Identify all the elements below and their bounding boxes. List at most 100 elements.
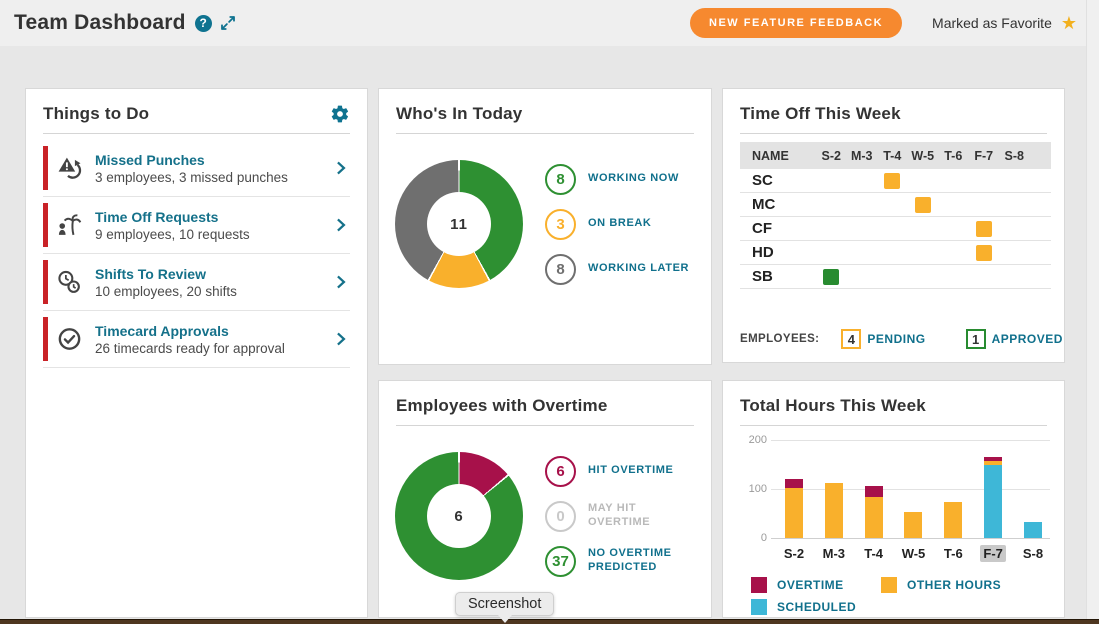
timeoff-row: SB bbox=[740, 265, 1051, 289]
total-hours-bar-chart: 0100200 S-2M-3T-4W-5T-6F-7S-8 bbox=[777, 440, 1050, 561]
timeoff-cell bbox=[908, 265, 939, 288]
bar-segment-other-hours bbox=[785, 488, 803, 538]
bar-stack[interactable] bbox=[865, 486, 883, 538]
timeoff-column-header: NAME bbox=[740, 149, 816, 163]
legend-text: OTHER HOURS bbox=[907, 578, 1001, 592]
y-axis-tick: 100 bbox=[749, 483, 767, 495]
timeoff-row: HD bbox=[740, 241, 1051, 265]
settings-gear-icon[interactable] bbox=[330, 104, 350, 124]
legend-color-swatch bbox=[751, 599, 767, 615]
expand-icon[interactable] bbox=[219, 14, 237, 32]
things-to-do-header: Things to Do bbox=[43, 104, 350, 134]
legend-scheduled: SCHEDULED bbox=[751, 599, 881, 615]
bar-segment-scheduled bbox=[984, 465, 1002, 538]
bar-columns bbox=[777, 440, 1050, 538]
timeoff-cell bbox=[908, 217, 939, 240]
timeoff-table-header: NAMES-2M-3T-4W-5T-6F-7S-8 bbox=[740, 142, 1051, 169]
no-overtime-count: 37 bbox=[545, 546, 576, 577]
bar-column-M-3 bbox=[819, 440, 849, 538]
chevron-right-icon[interactable] bbox=[331, 273, 350, 292]
legend-color-swatch bbox=[881, 577, 897, 593]
bar-stack[interactable] bbox=[825, 483, 843, 538]
favorite-label: Marked as Favorite bbox=[932, 15, 1052, 31]
timeoff-employee-initials: SC bbox=[740, 172, 816, 189]
timeoff-cell bbox=[969, 217, 1000, 240]
chevron-right-icon[interactable] bbox=[331, 216, 350, 235]
whos-in-total: 11 bbox=[395, 160, 523, 288]
timeoff-mark-pending[interactable] bbox=[884, 173, 900, 189]
timeoff-cell bbox=[938, 193, 969, 216]
timeoff-employee-initials: HD bbox=[740, 244, 816, 261]
time-off-this-week-card: Time Off This Week NAMES-2M-3T-4W-5T-6F-… bbox=[722, 88, 1065, 363]
overtime-donut-chart: 6 bbox=[395, 452, 523, 580]
x-axis-label-text: S-2 bbox=[781, 545, 807, 562]
timeoff-row: CF bbox=[740, 217, 1051, 241]
working-now-label: WORKING NOW bbox=[588, 172, 679, 186]
bar-stack[interactable] bbox=[944, 502, 962, 538]
todo-item-timecard-approvals[interactable]: Timecard Approvals 26 timecards ready fo… bbox=[43, 311, 350, 368]
timeoff-cell bbox=[816, 193, 847, 216]
chevron-right-icon[interactable] bbox=[331, 159, 350, 178]
x-axis-label-text: M-3 bbox=[820, 545, 848, 562]
x-axis-label-text: T-6 bbox=[941, 545, 966, 562]
timeoff-column-header: S-8 bbox=[999, 149, 1030, 163]
x-axis-label-text: T-4 bbox=[861, 545, 886, 562]
total-hours-this-week-card: Total Hours This Week 0100200 S-2M-3T-4W… bbox=[722, 380, 1065, 618]
timeoff-cell bbox=[908, 169, 939, 192]
bar-x-axis-labels: S-2M-3T-4W-5T-6F-7S-8 bbox=[777, 546, 1050, 561]
timeoff-cell bbox=[877, 217, 908, 240]
timeoff-employee-initials: MC bbox=[740, 196, 816, 213]
things-to-do-title: Things to Do bbox=[43, 104, 149, 124]
vacation-palm-icon bbox=[56, 212, 83, 239]
favorite-star-icon[interactable]: ★ bbox=[1061, 14, 1077, 32]
bar-stack[interactable] bbox=[785, 479, 803, 538]
timeoff-legend: EMPLOYEES: 4 PENDING 1 APPROVED bbox=[740, 329, 1063, 349]
pending-count-badge: 4 bbox=[841, 329, 861, 349]
hit-overtime-label: HIT OVERTIME bbox=[588, 464, 673, 478]
todo-item-missed-punches[interactable]: Missed Punches 3 employees, 3 missed pun… bbox=[43, 140, 350, 197]
bar-segment-overtime bbox=[865, 486, 883, 497]
team-dashboard-page: Team Dashboard ? NEW FEATURE FEEDBACK Ma… bbox=[0, 0, 1099, 624]
timeoff-cell bbox=[969, 265, 1000, 288]
bar-stack[interactable] bbox=[984, 457, 1002, 538]
todo-item-time-off-requests[interactable]: Time Off Requests 9 employees, 10 reques… bbox=[43, 197, 350, 254]
whos-in-title: Who's In Today bbox=[396, 104, 522, 124]
approved-label: APPROVED bbox=[992, 332, 1063, 346]
timeoff-cell bbox=[816, 169, 847, 192]
timeoff-row: SC bbox=[740, 169, 1051, 193]
timeoff-cell bbox=[847, 193, 878, 216]
timeoff-cell bbox=[938, 265, 969, 288]
bar-segment-overtime bbox=[785, 479, 803, 488]
help-icon[interactable]: ? bbox=[195, 15, 212, 32]
timeoff-mark-pending[interactable] bbox=[976, 245, 992, 261]
bar-column-T-4 bbox=[859, 440, 889, 538]
timeoff-cell bbox=[999, 265, 1030, 288]
on-break-count: 3 bbox=[545, 209, 576, 240]
missed-punch-alert-icon bbox=[56, 155, 83, 182]
bar-stack[interactable] bbox=[1024, 522, 1042, 538]
timeoff-cell bbox=[938, 241, 969, 264]
timeoff-mark-approved[interactable] bbox=[823, 269, 839, 285]
whos-in-content: 11 8 WORKING NOW 3 ON BREAK 8 WORKING LA… bbox=[395, 160, 695, 288]
legend-may-hit-overtime: 0 MAY HIT OVERTIME bbox=[545, 501, 695, 532]
legend-other-hours: OTHER HOURS bbox=[881, 577, 1064, 593]
timeoff-mark-pending[interactable] bbox=[976, 221, 992, 237]
timeoff-header: Time Off This Week bbox=[740, 104, 1047, 134]
bar-segment-other-hours bbox=[865, 497, 883, 538]
pending-label: PENDING bbox=[867, 332, 925, 346]
bar-stack[interactable] bbox=[904, 512, 922, 538]
top-bar: Team Dashboard ? NEW FEATURE FEEDBACK Ma… bbox=[0, 0, 1099, 46]
chevron-right-icon[interactable] bbox=[331, 330, 350, 349]
scrollbar-track[interactable] bbox=[1086, 0, 1099, 619]
todo-item-title: Timecard Approvals bbox=[95, 323, 320, 339]
working-later-count: 8 bbox=[545, 254, 576, 285]
timeoff-cell bbox=[816, 241, 847, 264]
new-feature-feedback-button[interactable]: NEW FEATURE FEEDBACK bbox=[690, 8, 902, 38]
timeoff-column-header: F-7 bbox=[969, 149, 1000, 163]
todo-item-shifts-to-review[interactable]: Shifts To Review 10 employees, 20 shifts bbox=[43, 254, 350, 311]
timeoff-mark-pending[interactable] bbox=[915, 197, 931, 213]
no-overtime-label: NO OVERTIME PREDICTED bbox=[588, 547, 695, 575]
bar-segment-other-hours bbox=[904, 512, 922, 538]
timeoff-column-header: T-6 bbox=[938, 149, 969, 163]
x-axis-label-W-5: W-5 bbox=[898, 546, 928, 561]
